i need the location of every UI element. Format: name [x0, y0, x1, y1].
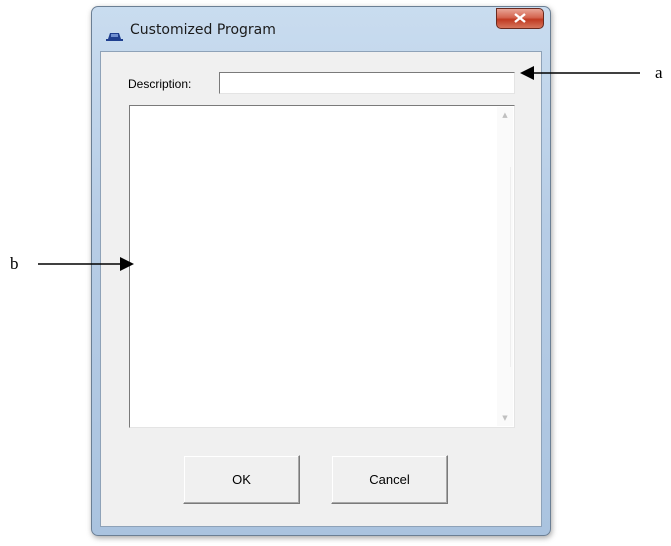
page: Customized Program Description: ▲ ▼ OK C…	[0, 0, 671, 546]
arrow-right-icon	[38, 257, 134, 271]
annotation-layer	[38, 66, 640, 271]
annotation-label-a: a	[655, 63, 663, 82]
arrow-left-icon	[520, 66, 640, 80]
annotation-label-b: b	[10, 254, 19, 273]
